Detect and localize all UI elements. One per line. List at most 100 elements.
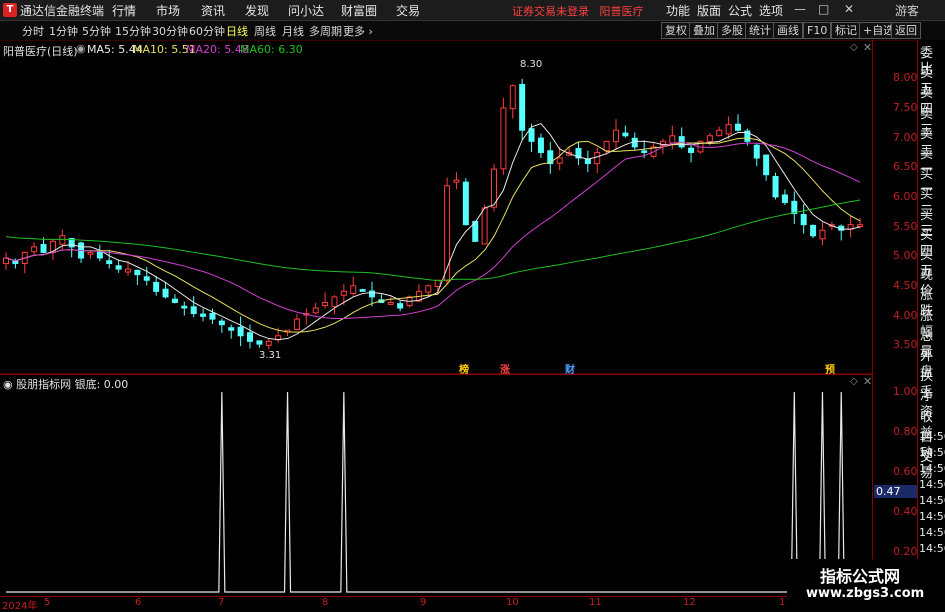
- candle: [537, 137, 544, 153]
- menu-ask[interactable]: 问小达: [288, 2, 324, 19]
- draw-line-button[interactable]: 画线: [773, 22, 803, 39]
- trade-time: 14:56: [919, 526, 945, 539]
- multi-stock-button[interactable]: 多股: [717, 22, 747, 39]
- menu-wealth[interactable]: 财富圈: [341, 2, 377, 19]
- close-icon[interactable]: ✕: [863, 41, 872, 54]
- sub-y-tick: 0.20: [893, 545, 918, 558]
- candle: [96, 251, 103, 259]
- diamond-icon[interactable]: ◇: [850, 42, 858, 53]
- menu-news[interactable]: 资讯: [201, 2, 225, 19]
- candle: [31, 246, 38, 253]
- candle: [819, 229, 826, 240]
- period-more[interactable]: 更多 ›: [343, 23, 373, 39]
- adjust-button[interactable]: 复权: [661, 22, 691, 39]
- menu-layout[interactable]: 版面: [697, 2, 721, 19]
- indicator-legend: ◉ 股朋指标网 银底: 0.00: [3, 378, 129, 391]
- tag-finance[interactable]: 财: [565, 361, 575, 376]
- candle: [143, 276, 150, 281]
- guest-user[interactable]: 游客: [895, 2, 919, 19]
- minimize-icon[interactable]: —: [794, 2, 806, 16]
- candle: [162, 288, 169, 298]
- candle: [218, 320, 225, 326]
- y-tick: 5.50: [893, 220, 918, 233]
- menu-formula[interactable]: 公式: [728, 2, 752, 19]
- candle: [781, 194, 788, 203]
- candle: [810, 224, 817, 237]
- overlay-button[interactable]: 叠加: [689, 22, 719, 39]
- menu-function[interactable]: 功能: [666, 2, 690, 19]
- candle: [594, 151, 601, 165]
- period-1min[interactable]: 1分钟: [49, 23, 78, 39]
- y-tick: 5.00: [893, 249, 918, 262]
- tag-forecast[interactable]: 预: [825, 361, 835, 376]
- period-60min[interactable]: 60分钟: [189, 23, 225, 39]
- candle: [87, 251, 94, 255]
- period-30min[interactable]: 30分钟: [152, 23, 188, 39]
- menu-discover[interactable]: 发现: [245, 2, 269, 19]
- period-monthly[interactable]: 月线: [282, 23, 304, 39]
- close-icon[interactable]: ✕: [844, 2, 854, 16]
- ma10-line: [5, 137, 861, 333]
- candle: [200, 313, 207, 317]
- maximize-icon[interactable]: □: [818, 2, 829, 16]
- candle: [237, 326, 244, 337]
- period-timeshare[interactable]: 分时: [22, 23, 44, 39]
- period-15min[interactable]: 15分钟: [115, 23, 151, 39]
- period-daily[interactable]: 日线: [226, 23, 248, 39]
- close-icon[interactable]: ✕: [863, 375, 872, 388]
- period-5min[interactable]: 5分钟: [82, 23, 111, 39]
- y-tick: 7.00: [893, 131, 918, 144]
- candle: [397, 303, 404, 309]
- x-tick: 12: [683, 597, 696, 608]
- candle: [753, 144, 760, 159]
- tag-limitup[interactable]: 涨: [500, 361, 510, 376]
- stats-button[interactable]: 统计: [745, 22, 775, 39]
- sub-y-tick: 0.80: [893, 425, 918, 438]
- login-notice[interactable]: 证券交易未登录 阳普医疗: [512, 3, 644, 19]
- candle: [387, 301, 394, 305]
- chart-canvas[interactable]: [0, 40, 872, 596]
- menu-options[interactable]: 选项: [759, 2, 783, 19]
- ma60-line: [5, 199, 861, 282]
- x-tick: 8: [322, 597, 329, 608]
- menu-markets[interactable]: 市场: [156, 2, 180, 19]
- x-tick: 5: [44, 597, 51, 608]
- settings-icon[interactable]: ◉: [76, 42, 86, 55]
- period-multi[interactable]: 多周期: [309, 23, 342, 39]
- candle: [519, 83, 526, 131]
- candle: [641, 150, 648, 153]
- candle: [369, 290, 375, 298]
- x-tick: 10: [506, 597, 519, 608]
- candle: [331, 296, 338, 307]
- menu-market[interactable]: 行情: [112, 2, 136, 19]
- candle: [800, 214, 807, 226]
- y-tick: 7.50: [893, 101, 918, 114]
- candle: [622, 132, 629, 137]
- candle: [444, 185, 451, 282]
- trade-time: 14:56: [919, 478, 945, 491]
- candle: [265, 340, 272, 346]
- tag-rank[interactable]: 榜: [459, 361, 469, 376]
- candle: [462, 181, 469, 226]
- stock-name: 阳普医疗(日线): [3, 45, 78, 58]
- trade-time: 14:56: [919, 462, 945, 475]
- back-button[interactable]: 返回: [891, 22, 921, 39]
- diamond-icon[interactable]: ◇: [850, 376, 858, 387]
- f10-button[interactable]: F10: [803, 22, 832, 39]
- candle: [228, 327, 235, 331]
- candle: [293, 318, 300, 331]
- y-tick: 6.50: [893, 160, 918, 173]
- y-tick: 4.00: [893, 309, 918, 322]
- candle: [312, 307, 319, 314]
- period-weekly[interactable]: 周线: [254, 23, 276, 39]
- app-logo-icon: T: [3, 3, 17, 17]
- mark-button[interactable]: 标记: [831, 22, 861, 39]
- candle: [509, 85, 516, 110]
- candle: [106, 260, 113, 265]
- candle: [190, 306, 197, 315]
- menu-trade[interactable]: 交易: [396, 2, 420, 19]
- candle: [763, 154, 770, 176]
- sub-y-tick: 1.00: [893, 385, 918, 398]
- candle: [735, 123, 741, 131]
- silver-bottom-signal: [6, 391, 860, 593]
